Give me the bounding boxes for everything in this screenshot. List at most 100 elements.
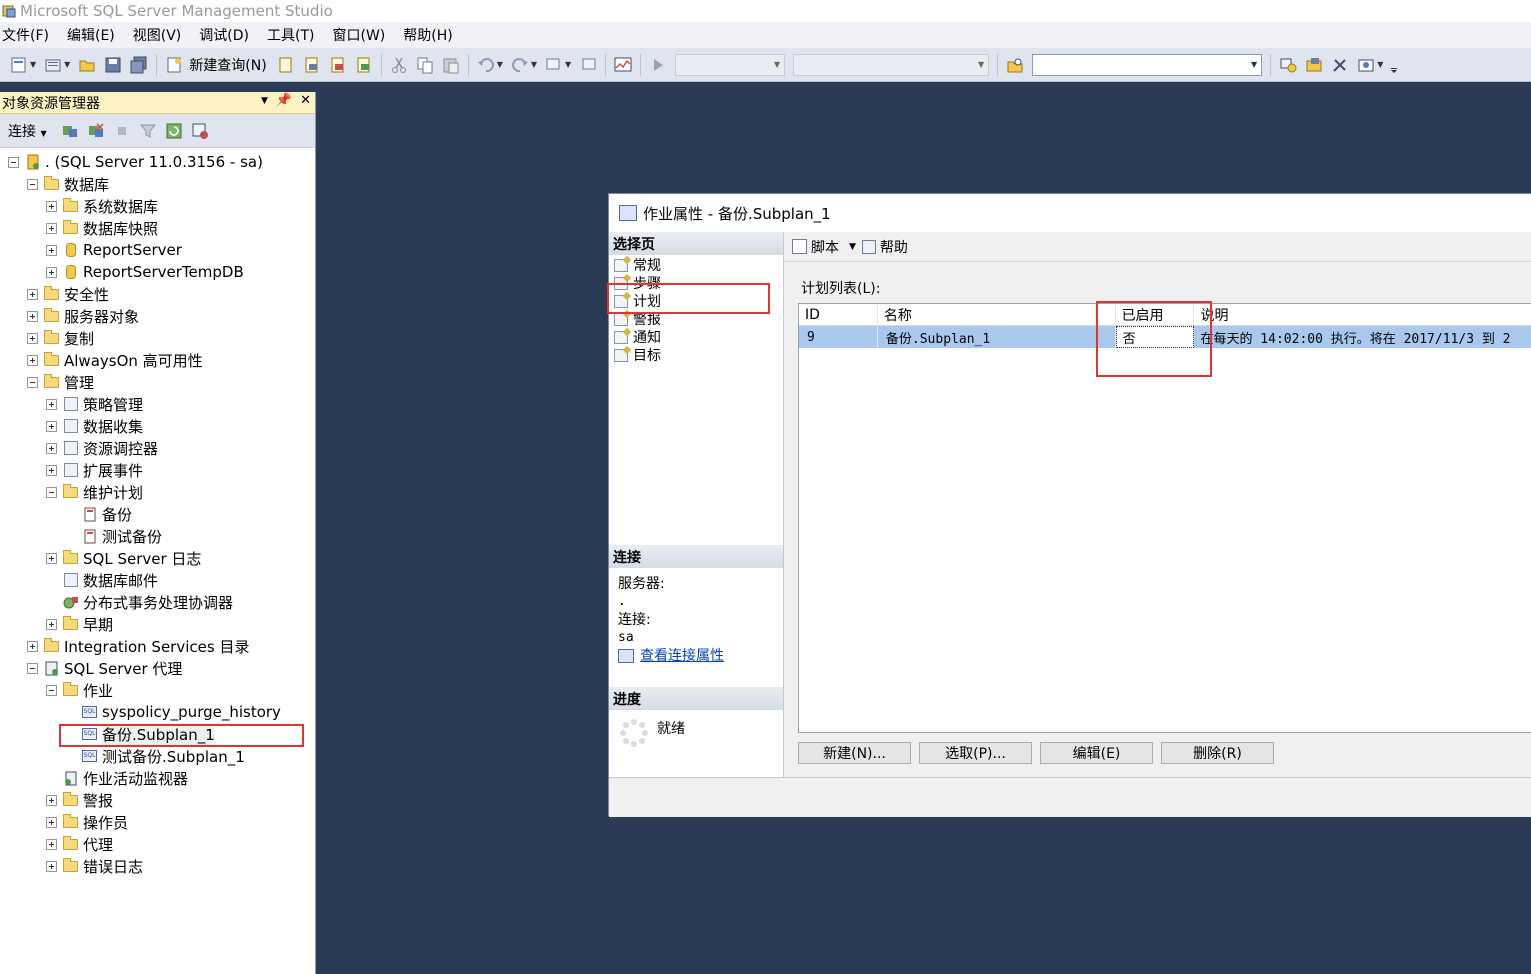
tree-node-maintenance-plans[interactable]: 维护计划	[46, 481, 143, 503]
expand-icon[interactable]	[46, 420, 57, 432]
redo-icon[interactable]	[509, 54, 531, 76]
copy-icon[interactable]	[414, 54, 436, 76]
close-icon[interactable]: ✕	[300, 93, 311, 108]
col-description[interactable]: 说明	[1194, 304, 1531, 325]
expand-icon[interactable]	[27, 332, 38, 344]
view-connection-properties-link[interactable]: 查看连接属性	[640, 647, 724, 665]
tree-node-job-activity-monitor[interactable]: 作业活动监视器	[46, 767, 188, 789]
expand-icon[interactable]	[46, 552, 57, 564]
tree-node-plan-backup[interactable]: 备份	[65, 503, 132, 525]
expand-icon[interactable]	[46, 398, 57, 410]
chevron-down-icon[interactable]: ▼	[531, 60, 537, 69]
tree-node-alerts[interactable]: 警报	[46, 789, 113, 811]
tree-node-sql-agent[interactable]: SQL Server 代理	[27, 657, 182, 679]
tree-node-system-databases[interactable]: 系统数据库	[46, 195, 158, 217]
tree-node-databases[interactable]: 数据库	[27, 173, 109, 195]
mdx-query-icon[interactable]	[301, 54, 323, 76]
stop-icon[interactable]	[111, 120, 133, 142]
menu-window[interactable]: 窗口(W)	[332, 25, 394, 45]
expand-icon[interactable]	[46, 244, 57, 256]
expand-icon[interactable]	[27, 288, 38, 300]
new-query-button[interactable]: 新建查询(N)	[189, 55, 266, 75]
disconnect-icon[interactable]	[85, 120, 107, 142]
expand-icon[interactable]	[46, 442, 57, 454]
col-name[interactable]: 名称	[878, 304, 1116, 325]
collapse-icon[interactable]	[27, 662, 38, 674]
col-id[interactable]: ID	[799, 304, 878, 325]
save-icon[interactable]	[102, 54, 124, 76]
menu-edit[interactable]: 编辑(E)	[67, 25, 124, 45]
find-combo[interactable]: ▼	[1032, 53, 1263, 76]
tree-node-management[interactable]: 管理	[27, 371, 94, 393]
chevron-down-icon[interactable]: ▼	[497, 60, 503, 69]
tree-node-security[interactable]: 安全性	[27, 283, 109, 305]
expand-icon[interactable]	[46, 838, 57, 850]
menu-view[interactable]: 视图(V)	[133, 25, 191, 45]
expand-icon[interactable]	[46, 222, 57, 234]
tree-node-policy-management[interactable]: 策略管理	[46, 393, 143, 415]
collapse-icon[interactable]	[27, 178, 38, 190]
activity-monitor-icon[interactable]	[612, 54, 634, 76]
object-explorer-icon[interactable]	[1303, 54, 1325, 76]
cut-icon[interactable]	[388, 54, 410, 76]
toolbar-options-icon[interactable]	[1389, 54, 1399, 76]
tree-node-legacy[interactable]: 早期	[46, 613, 113, 635]
execute-icon[interactable]	[647, 54, 669, 76]
chevron-down-icon[interactable]: ▼	[1377, 60, 1383, 69]
chevron-down-icon[interactable]: ▼	[64, 60, 70, 69]
tree-node-operators[interactable]: 操作员	[46, 811, 128, 833]
save-all-icon[interactable]	[128, 54, 150, 76]
new-schedule-button[interactable]: 新建(N)...	[798, 742, 911, 764]
paste-icon[interactable]	[440, 54, 462, 76]
tree-node-extended-events[interactable]: 扩展事件	[46, 459, 143, 481]
expand-icon[interactable]	[46, 816, 57, 828]
dmx-query-icon[interactable]	[327, 54, 349, 76]
tree-node-integration-services[interactable]: Integration Services 目录	[27, 635, 249, 657]
menu-help[interactable]: 帮助(H)	[403, 25, 461, 45]
expand-icon[interactable]	[46, 794, 57, 806]
expand-icon[interactable]	[27, 640, 38, 652]
chevron-down-icon[interactable]: ▼	[565, 60, 571, 69]
help-button[interactable]: 帮助	[880, 237, 908, 257]
chevron-down-icon[interactable]: ▼	[261, 96, 268, 108]
tree-node-job-syspolicy[interactable]: SQL syspolicy_purge_history	[65, 701, 281, 723]
expand-icon[interactable]	[46, 860, 57, 872]
chevron-down-icon[interactable]: ▼	[30, 60, 36, 69]
new-query-icon[interactable]	[163, 54, 185, 76]
delete-schedule-button[interactable]: 删除(R)	[1161, 742, 1274, 764]
expand-icon[interactable]	[27, 310, 38, 322]
tree-node-alwayson[interactable]: AlwaysOn 高可用性	[27, 349, 203, 371]
tree-node-dtc[interactable]: 分布式事务处理协调器	[46, 591, 233, 613]
solution-config-combo[interactable]: ▼	[675, 53, 786, 76]
database-query-icon[interactable]	[275, 54, 297, 76]
tree-node-job-test-backup[interactable]: SQL 测试备份.Subplan_1	[65, 745, 245, 767]
add-item-icon[interactable]	[42, 54, 64, 76]
collapse-icon[interactable]	[46, 486, 57, 498]
platform-combo[interactable]: ▼	[793, 53, 990, 76]
tree-node-data-collection[interactable]: 数据收集	[46, 415, 143, 437]
navigate-forward-icon[interactable]	[577, 54, 599, 76]
tree-node-db-snapshots[interactable]: 数据库快照	[46, 217, 158, 239]
filter-icon[interactable]	[137, 120, 159, 142]
undo-icon[interactable]	[475, 54, 497, 76]
tree-node-proxies[interactable]: 代理	[46, 833, 113, 855]
page-notifications[interactable]: 通知	[609, 328, 783, 346]
tree-node-error-logs[interactable]: 错误日志	[46, 855, 143, 877]
navigate-back-icon[interactable]	[543, 54, 565, 76]
expand-icon[interactable]	[46, 266, 57, 278]
pin-icon[interactable]: 📌	[276, 93, 292, 108]
properties-icon[interactable]	[1329, 54, 1351, 76]
connect-object-explorer-icon[interactable]	[59, 120, 81, 142]
new-project-icon[interactable]	[8, 54, 30, 76]
page-general[interactable]: 常规	[609, 256, 783, 274]
tree-node-plan-test-backup[interactable]: 测试备份	[65, 525, 162, 547]
tree-node-jobs[interactable]: 作业	[46, 679, 113, 701]
tree-node-reportserver[interactable]: ReportServer	[46, 239, 182, 261]
stop-powershell-icon[interactable]	[189, 120, 211, 142]
open-folder-icon[interactable]	[76, 54, 98, 76]
toolbox-icon[interactable]	[1355, 54, 1377, 76]
chevron-down-icon[interactable]: ▼	[849, 242, 856, 252]
tree-node-server-objects[interactable]: 服务器对象	[27, 305, 139, 327]
menu-tools[interactable]: 工具(T)	[267, 25, 323, 45]
tree-node-reportservertempdb[interactable]: ReportServerTempDB	[46, 261, 244, 283]
